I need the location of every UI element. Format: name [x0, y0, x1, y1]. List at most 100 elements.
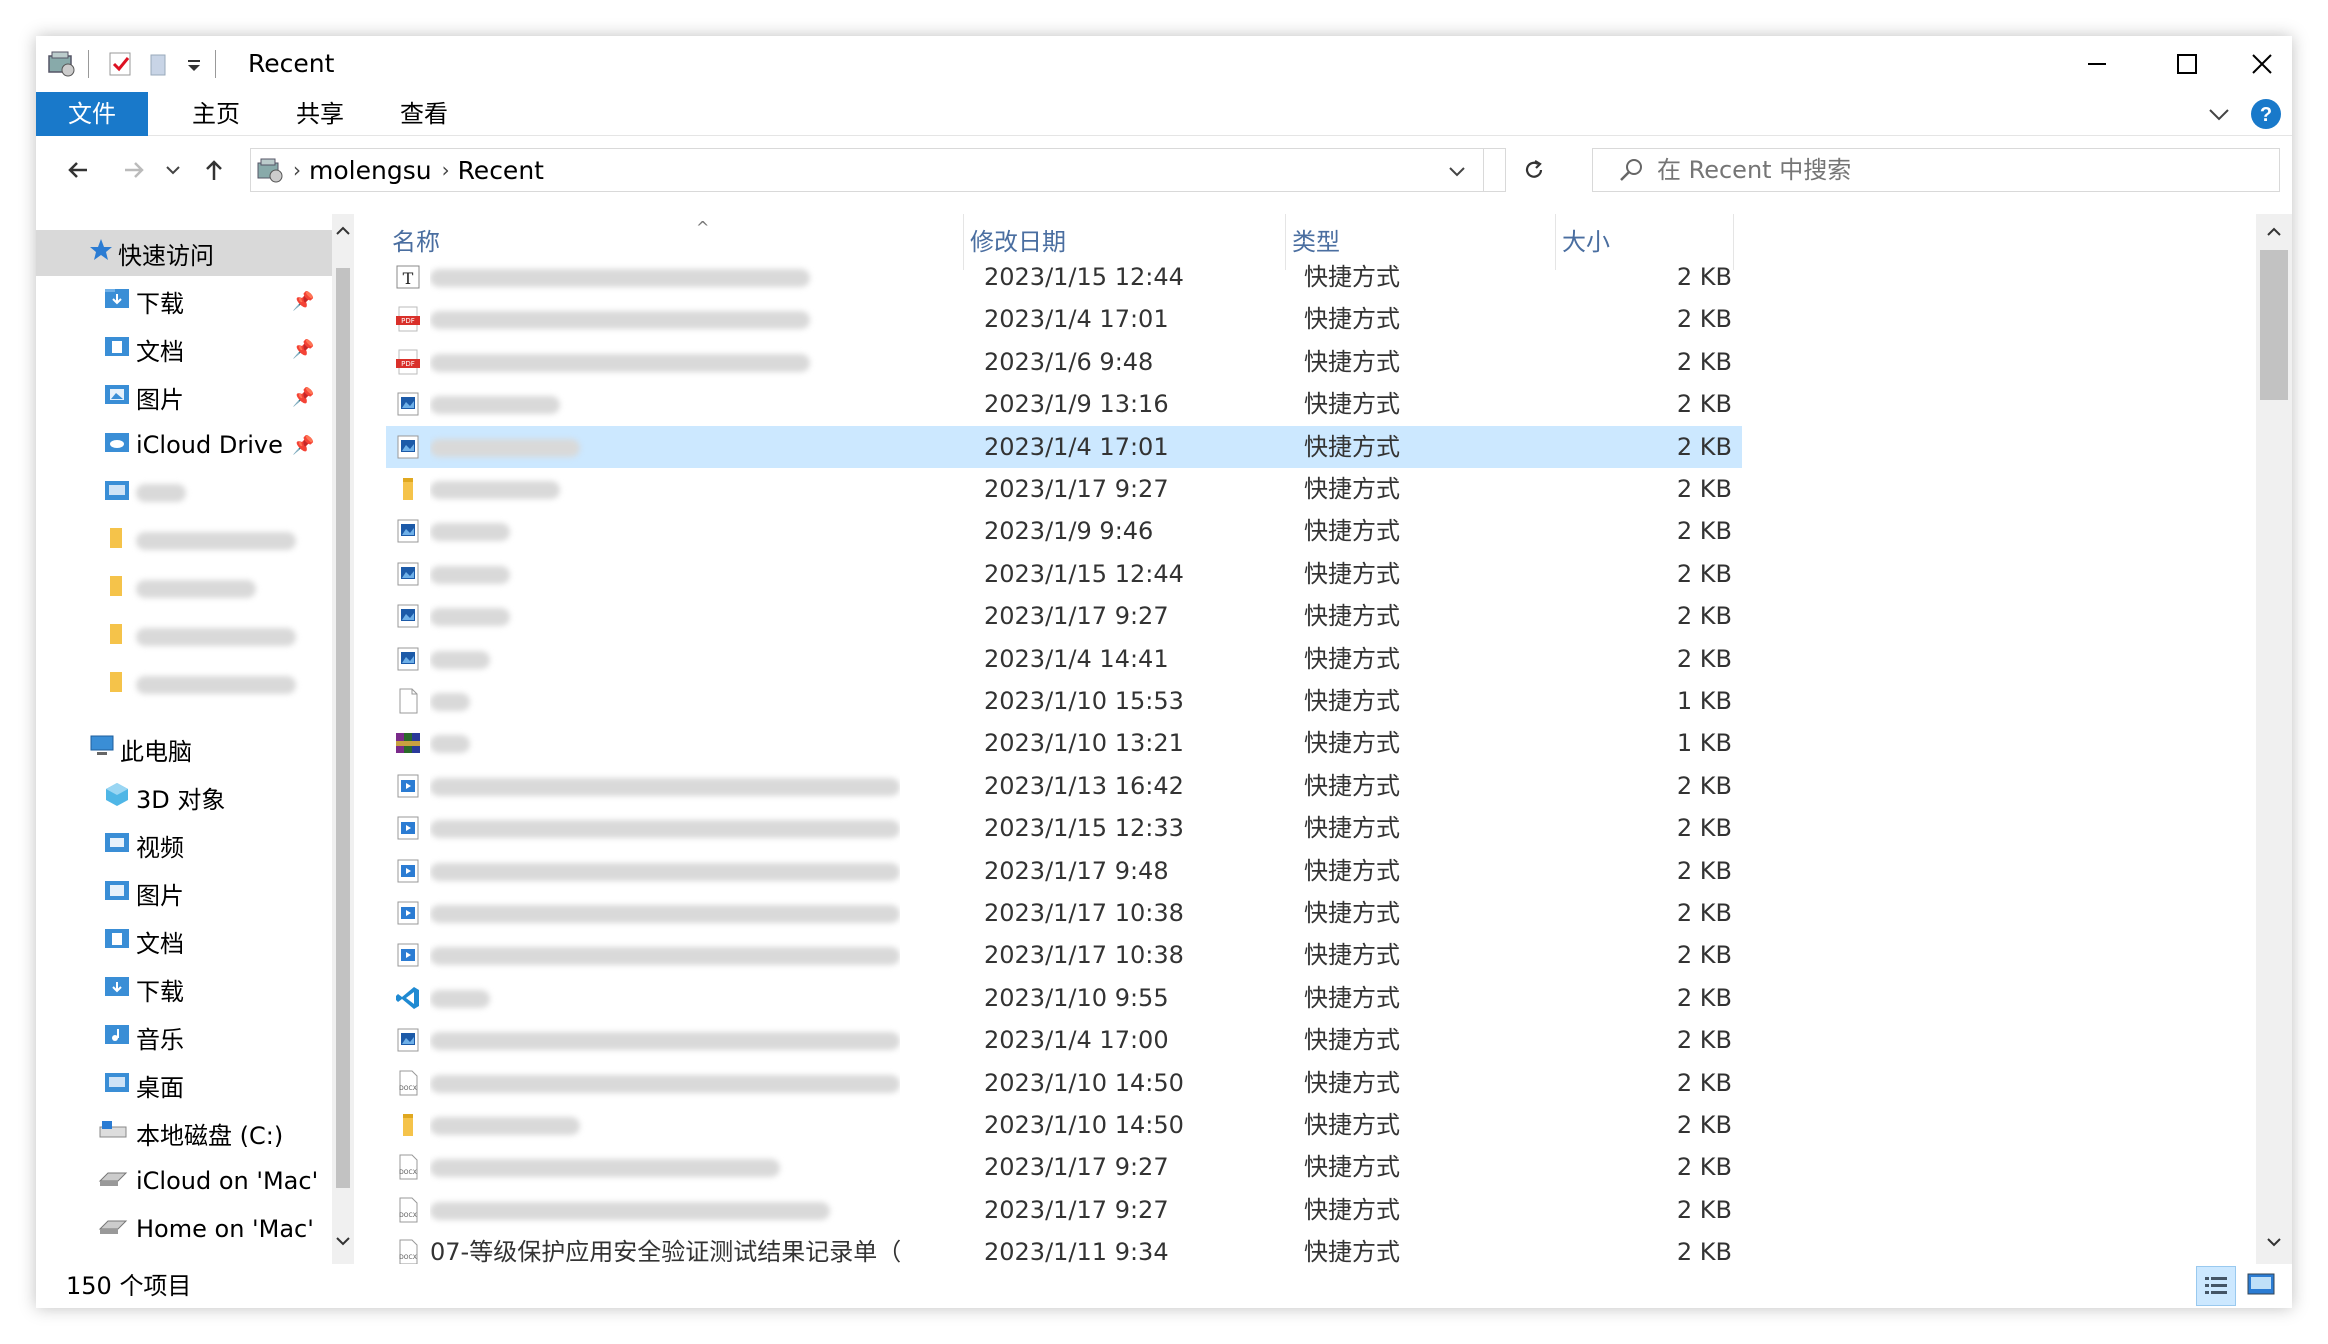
sidebar-item-icloud-on-mac[interactable]: iCloud on 'Mac' [36, 1158, 332, 1204]
file-row[interactable]: ok... 2023/1/17 10:38 快捷方式 2 KB [386, 892, 1742, 934]
scroll-up-arrow-icon[interactable] [334, 222, 352, 240]
customize-toolbar-chevron-icon[interactable] [183, 49, 205, 79]
properties-icon[interactable] [105, 49, 135, 79]
help-icon[interactable]: ? [2250, 98, 2282, 130]
file-row[interactable]: DOCX 2023/1/17 9:27 快捷方式 2 KB [386, 1189, 1742, 1231]
file-row[interactable]: ... 2023/1/13 16:42 快捷方式 2 KB [386, 765, 1742, 807]
quick-access-toolbar [46, 46, 226, 82]
large-icons-view-button[interactable] [2242, 1266, 2282, 1306]
sidebar-item-downloads-pinned[interactable]: 下载 📌 [36, 278, 332, 324]
scroll-up-arrow-icon[interactable] [2264, 222, 2284, 242]
file-row[interactable]: 2023/1/9 9:46 快捷方式 2 KB [386, 510, 1742, 552]
file-row[interactable]: 2023/1/10 9:55 快捷方式 2 KB [386, 977, 1742, 1019]
sidebar-item-home-on-mac[interactable]: Home on 'Mac' [36, 1206, 332, 1252]
file-row[interactable]: 2023/1/17 9:27 快捷方式 2 KB [386, 595, 1742, 637]
documents-folder-icon [104, 926, 136, 956]
sidebar-item-videos[interactable]: 视频 [36, 822, 332, 868]
file-row[interactable]: DOCX 全... 2023/1/10 14:50 快捷方式 2 KB [386, 1062, 1742, 1104]
sidebar-item-blurred[interactable] [36, 518, 332, 564]
pin-icon: 📌 [292, 290, 315, 312]
svg-text:DOCX: DOCX [399, 1254, 417, 1261]
navigation-bar: › molengsu › Recent [36, 138, 2292, 204]
file-row[interactable]: T 2023/1/15 12:44 快捷方式 2 KB [386, 256, 1742, 298]
scroll-down-arrow-icon[interactable] [334, 1232, 352, 1250]
file-row[interactable]: ok... 2023/1/17 10:38 快捷方式 2 KB [386, 934, 1742, 976]
file-row[interactable]: 2023/1/10 15:53 快捷方式 1 KB [386, 680, 1742, 722]
file-row[interactable]: 2023/1/10 13:21 快捷方式 1 KB [386, 722, 1742, 764]
tab-file[interactable]: 文件 [36, 92, 148, 136]
file-size: 2 KB [1676, 984, 1732, 1012]
image-icon [394, 645, 422, 673]
file-row[interactable]: ... 2023/1/17 9:48 快捷方式 2 KB [386, 850, 1742, 892]
pictures-folder-icon [104, 878, 136, 908]
sidebar-item-this-pc[interactable]: 此电脑 [36, 726, 332, 772]
sidebar-item-local-disk[interactable]: 本地磁盘 (C:) [36, 1110, 332, 1156]
tab-home[interactable]: 主页 [176, 92, 256, 136]
image-icon [394, 560, 422, 588]
up-button[interactable] [192, 148, 236, 192]
back-button[interactable] [56, 148, 100, 192]
scroll-down-arrow-icon[interactable] [2264, 1232, 2284, 1252]
sidebar-item-icloud-drive-pinned[interactable]: iCloud Drive 📌 [36, 422, 332, 468]
file-list-scroll-thumb[interactable] [2260, 250, 2288, 400]
sidebar-item-quick-access[interactable]: 快速访问 [36, 230, 332, 276]
file-modified-date: 2023/1/9 13:16 [984, 390, 1169, 418]
file-row[interactable]: DOCX 2023/1/17 9:27 快捷方式 2 KB [386, 1146, 1742, 1188]
file-row[interactable]: 2023/1/10 14:50 快捷方式 2 KB [386, 1104, 1742, 1146]
forward-button[interactable] [112, 148, 156, 192]
tab-share[interactable]: 共享 [280, 92, 360, 136]
sidebar-item-desktop[interactable]: 桌面 [36, 1062, 332, 1108]
sidebar-item-3d-objects[interactable]: 3D 对象 [36, 774, 332, 820]
docx-icon: DOCX [394, 1069, 422, 1097]
sidebar-item-blurred[interactable] [36, 566, 332, 612]
file-name [430, 595, 900, 637]
file-row[interactable]: PDF 2023/1/4 17:01 快捷方式 2 KB [386, 298, 1742, 340]
sidebar-item-documents[interactable]: 文档 [36, 918, 332, 964]
close-button[interactable] [2232, 36, 2292, 92]
redacted-text [430, 1032, 900, 1050]
address-bar[interactable]: › molengsu › Recent [250, 148, 1506, 192]
sidebar-item-music[interactable]: 音乐 [36, 1014, 332, 1060]
navigation-pane-scroll-thumb[interactable] [336, 268, 350, 1188]
search-box[interactable] [1592, 148, 2280, 192]
sidebar-item-downloads[interactable]: 下载 [36, 966, 332, 1012]
expand-ribbon-chevron-icon[interactable] [2204, 100, 2234, 130]
sidebar-item-blurred[interactable] [36, 614, 332, 660]
back-arrow-icon [68, 162, 87, 178]
redacted-text [430, 481, 560, 499]
search-input[interactable] [1657, 156, 2217, 184]
svg-text:DOCX: DOCX [399, 1212, 417, 1219]
details-view-button[interactable] [2196, 1266, 2236, 1306]
file-row[interactable]: PDF 2023/1/6 9:48 快捷方式 2 KB [386, 341, 1742, 383]
minimize-button[interactable] [2052, 36, 2142, 92]
svg-text:T: T [403, 269, 414, 288]
maximize-button[interactable] [2142, 36, 2232, 92]
file-type: 快捷方式 [1304, 729, 1400, 757]
sidebar-item-documents-pinned[interactable]: 文档 📌 [36, 326, 332, 372]
file-row[interactable]: 2023/1/15 12:44 快捷方式 2 KB [386, 553, 1742, 595]
breadcrumb-molengsu[interactable]: molengsu [309, 156, 432, 185]
tab-view[interactable]: 查看 [384, 92, 464, 136]
file-size: 2 KB [1676, 1026, 1732, 1054]
file-row[interactable]: 2023/1/9 13:16 快捷方式 2 KB [386, 383, 1742, 425]
new-folder-icon[interactable] [145, 49, 175, 79]
explorer-app-icon[interactable] [46, 48, 78, 80]
breadcrumb-recent[interactable]: Recent [458, 156, 544, 185]
file-size: 2 KB [1676, 348, 1732, 376]
sidebar-item-pictures[interactable]: 图片 [36, 870, 332, 916]
file-row[interactable]: np 2023/1/4 17:00 快捷方式 2 KB [386, 1019, 1742, 1061]
file-row[interactable]: DOCX 07-等级保护应用安全验证测试结果记录单（ 2023/1/11 9:34 快… [386, 1231, 1742, 1264]
file-row[interactable]: 2023/1/4 17:01 快捷方式 2 KB [386, 426, 1742, 468]
file-row[interactable]: 2023/1/4 14:41 快捷方式 2 KB [386, 638, 1742, 680]
sidebar-item-pictures-pinned[interactable]: 图片 📌 [36, 374, 332, 420]
sidebar-item-blurred[interactable] [36, 662, 332, 708]
file-row[interactable]: 常... 2023/1/15 12:33 快捷方式 2 KB [386, 807, 1742, 849]
file-row[interactable]: 2023/1/17 9:27 快捷方式 2 KB [386, 468, 1742, 510]
refresh-button[interactable] [1512, 148, 1556, 192]
file-size: 2 KB [1676, 1238, 1732, 1264]
address-history-chevron-icon[interactable] [1445, 159, 1469, 183]
file-type: 快捷方式 [1304, 433, 1400, 461]
video-icon [394, 899, 422, 927]
sidebar-item-blurred[interactable] [36, 470, 332, 516]
recent-locations-button[interactable] [158, 148, 188, 192]
